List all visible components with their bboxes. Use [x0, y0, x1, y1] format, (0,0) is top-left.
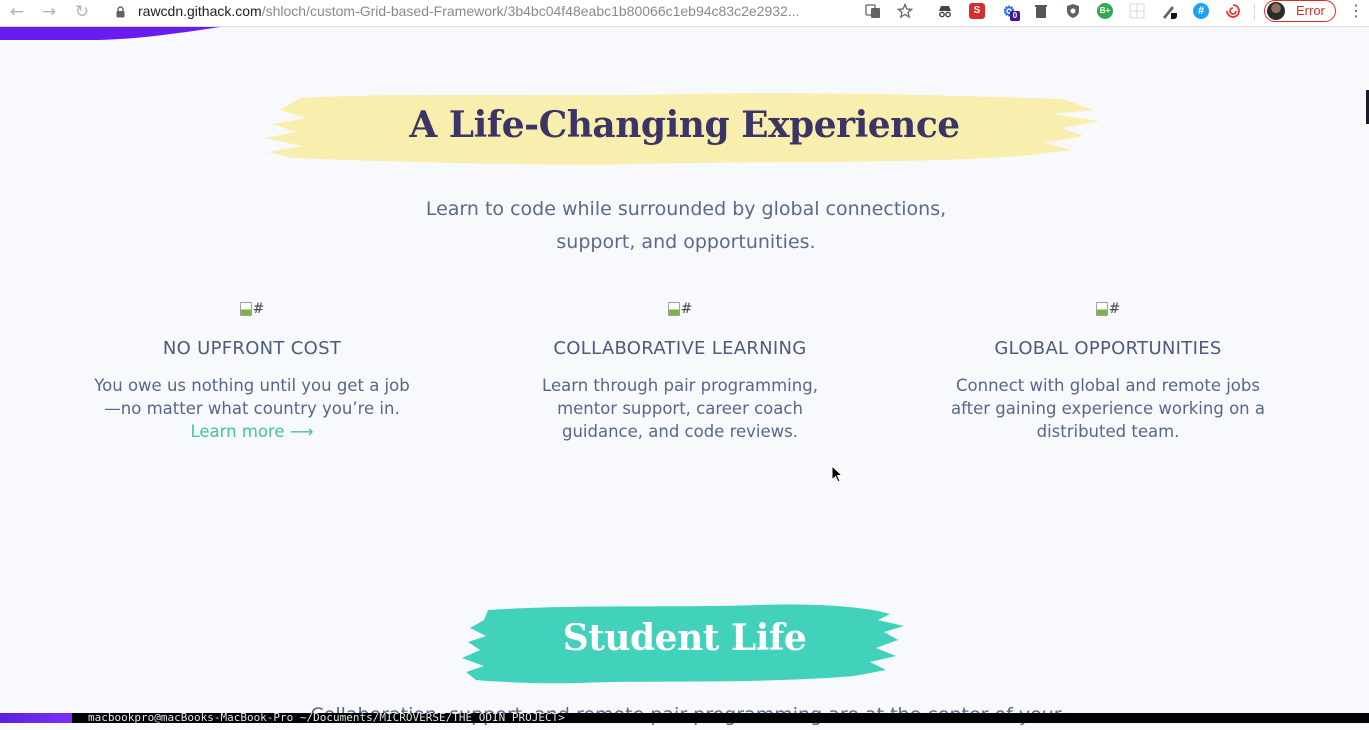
feature-collaborative-learning: # COLLABORATIVE LEARNING Learn through p…: [520, 0, 840, 443]
feature-title: COLLABORATIVE LEARNING: [553, 338, 807, 359]
feature-image: #: [667, 300, 693, 318]
section-title-student-life: Student Life: [562, 617, 807, 659]
star-icon[interactable]: [897, 3, 913, 19]
terminal-accent: [0, 713, 72, 723]
feature-body: You owe us nothing until you get a job—n…: [94, 376, 410, 418]
broken-image-icon: [239, 302, 252, 316]
profile-error-label: Error: [1296, 3, 1325, 18]
broken-image-icon: [667, 302, 680, 316]
reload-icon[interactable]: ↻: [71, 1, 93, 23]
feature-image: #: [239, 300, 265, 318]
profile-button[interactable]: Error: [1264, 0, 1336, 22]
feature-title: NO UPFRONT COST: [162, 338, 342, 359]
feature-text: Connect with global and remote jobs afte…: [951, 376, 1265, 441]
terminal-strip: macbookpro@macBooks-MacBook-Pro ~/Docume…: [0, 713, 1369, 723]
mouse-cursor-icon: [831, 465, 843, 483]
feature-title: GLOBAL OPPORTUNITIES: [994, 338, 1222, 359]
feature-text: You owe us nothing until you get a job—n…: [92, 374, 412, 443]
avatar: [1267, 2, 1285, 20]
more-menu-icon[interactable]: ⋮: [1348, 1, 1364, 23]
back-arrow-icon[interactable]: ←: [6, 1, 28, 23]
image-alt: #: [252, 301, 265, 317]
translate-icon[interactable]: [865, 3, 881, 19]
feature-global-opportunities: # GLOBAL OPPORTUNITIES Connect with glob…: [948, 0, 1268, 443]
feature-image: #: [1095, 300, 1121, 318]
feature-text: Learn through pair programming, mentor s…: [542, 376, 818, 441]
image-alt: #: [1108, 301, 1121, 317]
learn-more-link[interactable]: Learn more ⟶: [190, 422, 313, 441]
terminal-prompt: macbookpro@macBooks-MacBook-Pro ~/Docume…: [88, 713, 565, 723]
image-alt: #: [680, 301, 693, 317]
forward-arrow-icon[interactable]: →: [38, 1, 60, 23]
broken-image-icon: [1095, 302, 1108, 316]
feature-no-upfront-cost: # NO UPFRONT COST You owe us nothing unt…: [92, 0, 412, 443]
